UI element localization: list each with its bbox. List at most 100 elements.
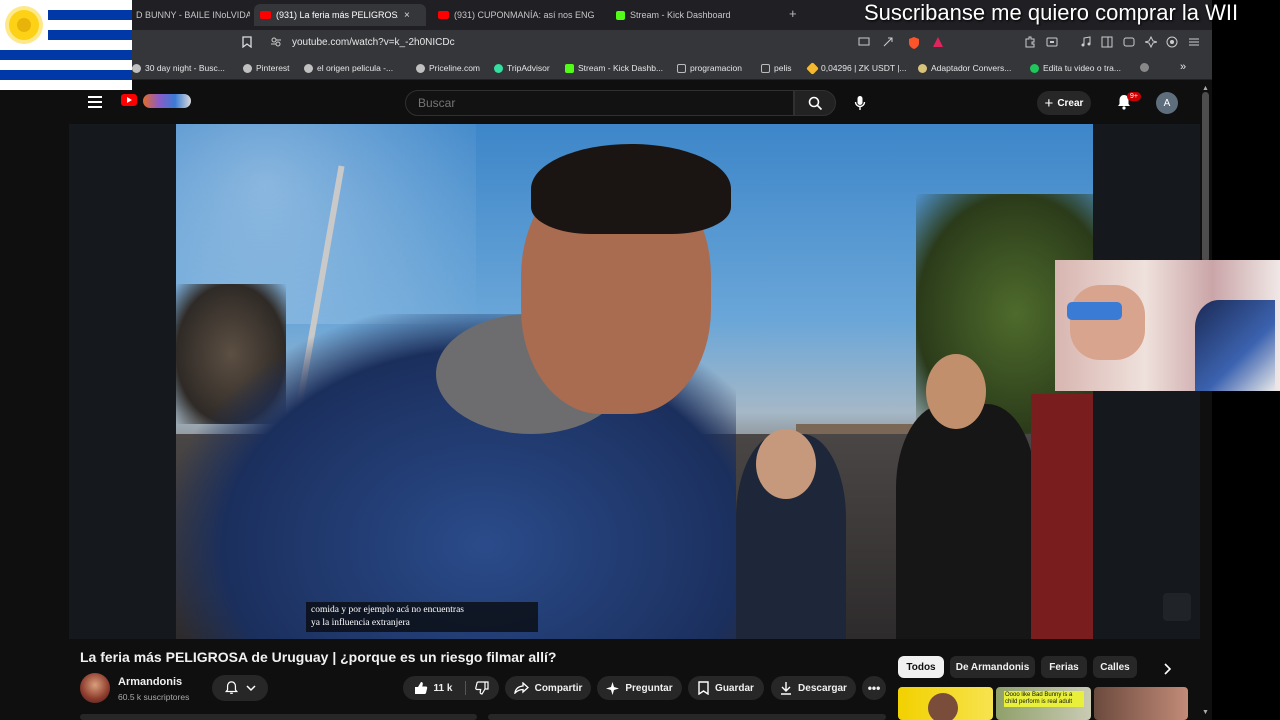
voice-search-button[interactable]: [847, 90, 873, 116]
bookmark-label: programacion: [690, 63, 742, 73]
scroll-down-arrow-icon[interactable]: ▼: [1202, 709, 1209, 716]
bookmark-edita-video[interactable]: Edita tu video o tra...: [1030, 63, 1121, 73]
microphone-icon: [854, 96, 866, 110]
notifications-badge: 9+: [1127, 92, 1141, 101]
bookmark-tripadvisor[interactable]: TripAdvisor: [494, 63, 550, 73]
cast-icon[interactable]: [858, 36, 870, 50]
video-title: La feria más PELIGROSA de Uruguay | ¿por…: [80, 649, 557, 665]
scroll-up-arrow-icon[interactable]: ▲: [1202, 85, 1209, 92]
youtube-logo-icon[interactable]: [121, 94, 137, 106]
chip-calles[interactable]: Calles: [1093, 656, 1137, 678]
save-button[interactable]: Guardar: [688, 676, 764, 700]
sidebar-icon[interactable]: [1101, 36, 1113, 51]
streamer-webcam-overlay: [1055, 260, 1280, 391]
bookmark-folder-pelis[interactable]: pelis: [761, 63, 791, 73]
tab-title: (931) La feria más PELIGROSA de: [276, 10, 398, 20]
new-tab-button[interactable]: +: [789, 6, 797, 21]
tab-title: Stream - Kick Dashboard: [630, 10, 731, 20]
tab-cuponmania[interactable]: (931) CUPONMANÍA: así nos ENGAÑ: [432, 4, 604, 26]
bell-icon: [224, 681, 238, 694]
page-scrollbar[interactable]: [1200, 82, 1212, 720]
related-video-thumbnail[interactable]: Oooo like Bad Bunny is a child perform i…: [996, 687, 1091, 720]
bookmarks-overflow-button[interactable]: »: [1180, 61, 1186, 73]
bookmarks-bar: 30 day night - Busc... Pinterest el orig…: [0, 58, 1212, 80]
stream-banner-text: Suscribanse me quiero comprar la WII: [864, 0, 1239, 25]
kick-favicon-icon: [616, 10, 625, 20]
tripadvisor-icon: [494, 63, 503, 73]
brave-shield-icon[interactable]: [908, 36, 920, 52]
globe-icon: [1140, 63, 1149, 72]
video-frame[interactable]: [176, 124, 1093, 639]
thumbs-down-icon: [475, 681, 489, 695]
sun-of-may-icon: [9, 10, 39, 40]
bookmark-folder-programacion[interactable]: programacion: [677, 63, 742, 73]
youtube-favicon-icon: [438, 11, 449, 19]
like-button[interactable]: 11 k: [403, 676, 463, 700]
media-icon[interactable]: [1080, 36, 1092, 51]
wallet-icon[interactable]: [1046, 36, 1058, 51]
share-icon[interactable]: [882, 36, 894, 51]
thumbnail-caption: Oooo like Bad Bunny is a child perform i…: [1004, 691, 1084, 707]
bookmark-priceline[interactable]: Priceline.com: [416, 63, 480, 73]
browser-menu-icon[interactable]: [1188, 36, 1200, 51]
search-input[interactable]: [418, 96, 778, 110]
search-box: [405, 90, 794, 116]
chips-next-button[interactable]: [1164, 662, 1172, 678]
bookmark-save-icon: [698, 681, 709, 695]
address-bar: youtube.com/watch?v=k_-2h0NICDc: [0, 30, 1212, 58]
bookmark-zk-usdt[interactable]: 0,04296 | ZK USDT |...: [806, 61, 907, 75]
bookmark-el-origen[interactable]: el origen pelicula -...: [304, 63, 393, 73]
stream-canvas: D BUNNY - BAILE INoLVIDAB (931) La feria…: [0, 0, 1280, 720]
hamburger-menu-icon[interactable]: [88, 96, 102, 108]
bookmark-pinterest[interactable]: Pinterest: [243, 63, 290, 73]
ask-label: Preguntar: [625, 682, 673, 694]
bookmark-icon[interactable]: [242, 36, 252, 51]
profile-shield-icon[interactable]: [1166, 36, 1178, 51]
bookmark-label: 30 day night - Busc...: [145, 63, 225, 73]
editor-icon: [1030, 63, 1039, 73]
download-label: Descargar: [798, 682, 847, 694]
search-icon: [808, 96, 823, 111]
create-button[interactable]: + Crear: [1037, 91, 1091, 115]
dislike-button[interactable]: [467, 676, 497, 700]
bookmark-kick-dashboard[interactable]: Stream - Kick Dashb...: [565, 63, 663, 73]
related-video-thumbnail[interactable]: [898, 687, 993, 720]
vpn-icon[interactable]: [1123, 36, 1135, 51]
chip-todos[interactable]: Todos: [898, 656, 944, 678]
globe-icon: [243, 63, 252, 73]
comments-box[interactable]: [488, 714, 886, 720]
close-tab-icon[interactable]: ×: [404, 10, 410, 21]
account-avatar[interactable]: A: [1156, 92, 1178, 114]
channel-avatar[interactable]: [80, 673, 110, 703]
channel-name[interactable]: Armandonis: [118, 676, 182, 688]
youtube-doodle-logo[interactable]: [143, 94, 191, 108]
bookmark-adaptador[interactable]: Adaptador Convers...: [918, 63, 1011, 73]
subscription-notifications-button[interactable]: [212, 675, 268, 701]
folder-icon: [761, 63, 770, 73]
brave-rewards-icon[interactable]: [932, 36, 944, 51]
tab-bad-bunny[interactable]: D BUNNY - BAILE INoLVIDAB: [130, 4, 250, 26]
youtube-header: + Crear 9+ A: [69, 82, 1200, 124]
chip-ferias[interactable]: Ferias: [1041, 656, 1087, 678]
url-text[interactable]: youtube.com/watch?v=k_-2h0NICDc: [292, 37, 455, 48]
chevron-down-icon: [245, 684, 256, 691]
tab-feria-peligrosa[interactable]: (931) La feria más PELIGROSA de ×: [254, 4, 426, 26]
related-video-thumbnail[interactable]: [1094, 687, 1188, 720]
bookmark-30-day-night[interactable]: 30 day night - Busc...: [132, 63, 225, 73]
site-info-icon[interactable]: [270, 36, 282, 51]
search-button[interactable]: [794, 90, 836, 116]
create-label: Crear: [1057, 97, 1084, 109]
share-button[interactable]: Compartir: [505, 676, 591, 700]
ask-button[interactable]: Preguntar: [597, 676, 682, 700]
description-box[interactable]: [80, 714, 477, 720]
player-control-button[interactable]: [1163, 593, 1191, 621]
more-actions-button[interactable]: •••: [862, 676, 886, 700]
bookmark-extra[interactable]: [1140, 63, 1153, 72]
leo-ai-icon[interactable]: [1144, 35, 1158, 51]
kick-icon: [565, 63, 574, 73]
share-label: Compartir: [534, 682, 583, 694]
chip-de-armandonis[interactable]: De Armandonis: [950, 656, 1035, 678]
extensions-icon[interactable]: [1024, 36, 1036, 51]
tab-kick-dashboard[interactable]: Stream - Kick Dashboard: [610, 4, 780, 26]
download-button[interactable]: Descargar: [771, 676, 856, 700]
